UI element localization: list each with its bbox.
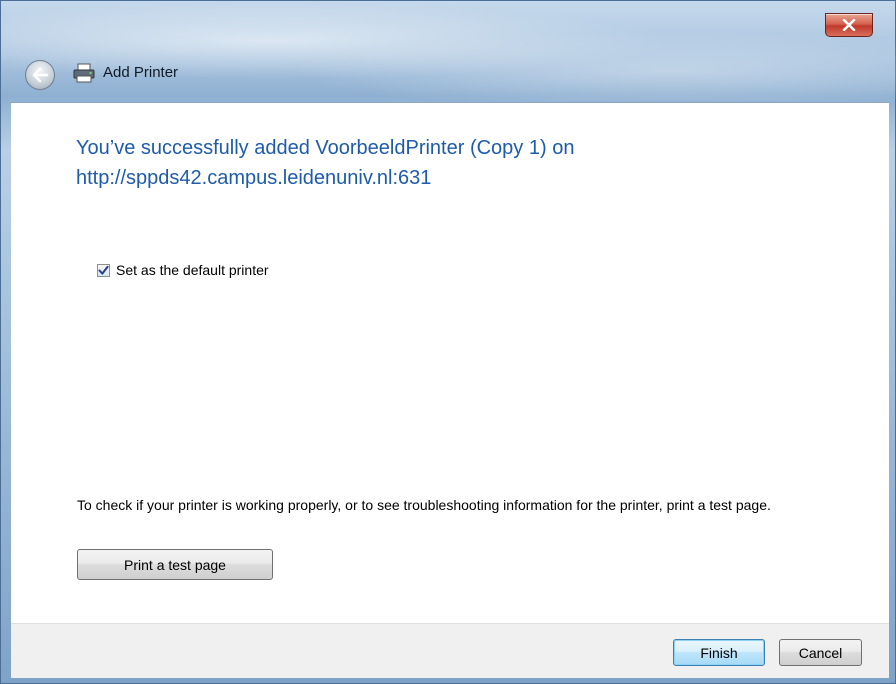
- default-printer-label[interactable]: Set as the default printer: [116, 262, 269, 278]
- print-test-page-button[interactable]: Print a test page: [77, 549, 273, 580]
- wizard-footer: Finish Cancel: [11, 623, 889, 678]
- back-arrow-icon: [32, 67, 49, 83]
- default-printer-checkbox[interactable]: [97, 263, 110, 277]
- printer-icon: [73, 63, 95, 83]
- back-button[interactable]: [25, 60, 55, 90]
- checkmark-icon: [98, 265, 109, 275]
- success-headline-line-1: You’ve successfully added VoorbeeldPrint…: [76, 137, 575, 159]
- success-headline-line-2: http://sppds42.campus.leidenuniv.nl:631: [76, 167, 432, 189]
- success-headline: You’ve successfully added VoorbeeldPrint…: [76, 133, 836, 193]
- title-bar-glass: [1, 1, 896, 101]
- add-printer-window: Add Printer You’ve successfully added Vo…: [0, 0, 896, 684]
- wizard-content: You’ve successfully added VoorbeeldPrint…: [11, 102, 889, 624]
- close-button[interactable]: [825, 13, 873, 37]
- close-icon: [842, 19, 856, 31]
- finish-button[interactable]: Finish: [673, 639, 765, 666]
- test-page-info: To check if your printer is working prop…: [77, 497, 771, 513]
- cancel-button[interactable]: Cancel: [779, 639, 862, 666]
- window-title: Add Printer: [103, 64, 179, 81]
- default-printer-option[interactable]: Set as the default printer: [97, 262, 269, 278]
